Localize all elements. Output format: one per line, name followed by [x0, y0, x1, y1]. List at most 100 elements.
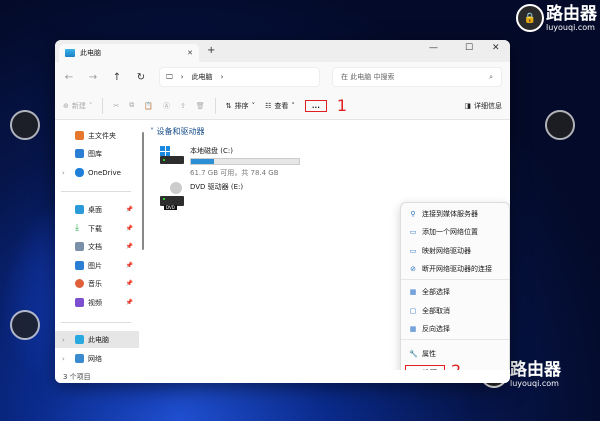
- desktop-icon: [75, 205, 84, 214]
- select-none-icon: ▢: [409, 307, 417, 315]
- navigation-bar: ← → ↑ ↻ 🖵 › 此电脑 › 在 此电脑 中搜索 ⌕: [55, 62, 510, 92]
- drive-usage-bar: [190, 158, 300, 165]
- breadcrumb-this-pc[interactable]: 此电脑: [192, 72, 213, 82]
- forward-button[interactable]: →: [87, 72, 99, 83]
- sidebar-item-downloads[interactable]: ⤓ 下载 📌: [55, 220, 139, 237]
- menu-item-select-none[interactable]: ▢ 全部取消: [405, 303, 505, 319]
- pictures-icon: [75, 261, 84, 270]
- more-options-menu: ⚲ 连接到媒体服务器 ▭ 添加一个网络位置 ▭ 映射网络驱动器 ⊘ 断开网络驱动器的连接 ▦ 全部…: [400, 202, 510, 383]
- view-icon: ☷: [265, 101, 272, 110]
- menu-item-disconnect-network-drive[interactable]: ⊘ 断开网络驱动器的连接: [405, 261, 505, 277]
- chevron-right-icon[interactable]: ›: [62, 336, 65, 344]
- menu-item-properties[interactable]: 🔧 属性: [405, 346, 505, 362]
- watermark-logo-icon: [10, 110, 40, 140]
- rename-icon[interactable]: Ⓐ: [163, 101, 170, 111]
- title-bar: 此电脑 ✕ + — ☐ ✕: [55, 40, 510, 62]
- copy-icon[interactable]: ⧉: [129, 101, 134, 110]
- sidebar-item-videos[interactable]: 视频 📌: [55, 294, 139, 311]
- close-window-button[interactable]: ✕: [492, 43, 500, 53]
- chevron-right-icon[interactable]: ›: [62, 355, 65, 363]
- pin-icon[interactable]: 📌: [126, 243, 133, 250]
- sidebar-item-gallery[interactable]: 图库: [55, 145, 139, 162]
- share-icon[interactable]: ⇪: [180, 102, 186, 110]
- sidebar-item-this-pc[interactable]: › 此电脑: [55, 331, 139, 348]
- tab-this-pc[interactable]: 此电脑 ✕: [59, 44, 199, 62]
- pin-icon[interactable]: 📌: [126, 206, 133, 213]
- minimize-button[interactable]: —: [429, 43, 438, 53]
- drive-c[interactable]: 本地磁盘 (C:) 61.7 GB 可用，共 78.4 GB: [160, 146, 300, 178]
- menu-item-connect-media-server[interactable]: ⚲ 连接到媒体服务器: [405, 206, 505, 222]
- more-options-button[interactable]: ...: [304, 99, 327, 112]
- sort-icon: ⇅: [225, 101, 232, 110]
- pin-icon[interactable]: 📌: [126, 262, 133, 269]
- menu-item-map-network-drive[interactable]: ▭ 映射网络驱动器: [405, 243, 505, 259]
- refresh-button[interactable]: ↻: [135, 72, 147, 83]
- search-icon: ⌕: [489, 72, 493, 81]
- annotation-1: 1: [336, 96, 348, 115]
- home-icon: [75, 131, 84, 140]
- file-list: ˅ 设备和驱动器 本地磁盘 (C:) 61.7 GB 可用，共 78.4 GB …: [147, 120, 510, 383]
- details-pane-icon: ◨: [464, 101, 471, 110]
- new-button[interactable]: ⊕ 新建 ˅: [63, 101, 92, 111]
- map-network-drive-icon: ▭: [409, 247, 417, 255]
- status-bar: 3 个项目: [55, 370, 510, 383]
- sidebar-item-home[interactable]: 主文件夹: [55, 127, 139, 144]
- new-tab-button[interactable]: +: [207, 45, 215, 56]
- sidebar-item-pictures[interactable]: 图片 📌: [55, 257, 139, 274]
- chevron-right-icon[interactable]: ›: [62, 169, 65, 177]
- address-bar[interactable]: 🖵 › 此电脑 ›: [159, 67, 320, 87]
- invert-selection-icon: ▦: [409, 325, 417, 333]
- divider: [102, 97, 104, 114]
- sidebar-item-network[interactable]: › 网络: [55, 350, 139, 367]
- monitor-icon: 🖵: [166, 72, 173, 81]
- sidebar-item-desktop[interactable]: 桌面 📌: [55, 201, 139, 218]
- divider: [61, 322, 131, 323]
- menu-item-invert-selection[interactable]: ▦ 反向选择: [405, 321, 505, 337]
- video-icon: [75, 298, 84, 307]
- sidebar-scrollbar[interactable]: [142, 132, 144, 250]
- plus-circle-icon: ⊕: [63, 101, 69, 110]
- add-network-location-icon: ▭: [409, 228, 417, 236]
- connect-media-server-icon: ⚲: [410, 210, 416, 218]
- group-header-devices[interactable]: ˅ 设备和驱动器: [150, 126, 205, 137]
- select-all-icon: ▦: [409, 288, 417, 296]
- gallery-icon: [75, 149, 84, 158]
- music-icon: [75, 279, 84, 288]
- divider: [214, 97, 216, 114]
- divider: [61, 191, 131, 192]
- disconnect-network-drive-icon: ⊘: [410, 265, 416, 273]
- hard-drive-icon: [160, 146, 184, 164]
- navigation-pane: 主文件夹 图库 › OneDrive 桌面 📌 ⤓ 下载 📌 文档 📌 图片 📌 音乐 📌 视…: [55, 120, 141, 370]
- paste-icon[interactable]: 📋: [144, 102, 153, 110]
- menu-divider: [401, 339, 509, 340]
- dvd-drive-icon: DVD: [160, 182, 184, 210]
- view-button[interactable]: ☷ 查看 ˅: [265, 101, 295, 111]
- document-icon: [75, 242, 84, 251]
- pin-icon[interactable]: 📌: [126, 299, 133, 306]
- search-input[interactable]: 在 此电脑 中搜索 ⌕: [332, 67, 502, 87]
- up-button[interactable]: ↑: [111, 72, 123, 83]
- watermark-logo-icon: [10, 310, 40, 340]
- back-button[interactable]: ←: [63, 72, 75, 83]
- sidebar-item-onedrive[interactable]: › OneDrive: [55, 164, 139, 181]
- close-tab-button[interactable]: ✕: [187, 49, 193, 57]
- sidebar-item-music[interactable]: 音乐 📌: [55, 275, 139, 292]
- computer-icon: [65, 49, 75, 57]
- menu-item-add-network-location[interactable]: ▭ 添加一个网络位置: [405, 224, 505, 240]
- properties-icon: 🔧: [409, 350, 418, 358]
- sort-button[interactable]: ⇅ 排序 ˅: [226, 101, 255, 111]
- maximize-button[interactable]: ☐: [465, 43, 473, 53]
- file-explorer-window: 此电脑 ✕ + — ☐ ✕ ← → ↑ ↻ 🖵 › 此电脑 › 在 此电脑 中搜…: [55, 40, 510, 383]
- details-button[interactable]: ◨ 详细信息: [464, 101, 502, 111]
- cloud-icon: [75, 168, 84, 177]
- menu-item-select-all[interactable]: ▦ 全部选择: [405, 284, 505, 300]
- pin-icon[interactable]: 📌: [126, 280, 133, 287]
- sidebar-item-documents[interactable]: 文档 📌: [55, 238, 139, 255]
- pin-icon[interactable]: 📌: [126, 225, 133, 232]
- delete-icon[interactable]: 🗑: [196, 102, 205, 110]
- cut-icon[interactable]: ✂: [113, 102, 119, 110]
- router-logo-icon: 🔒: [516, 4, 544, 32]
- drive-e-dvd[interactable]: DVD DVD 驱动器 (E:): [160, 182, 243, 210]
- command-bar: ⊕ 新建 ˅ ✂ ⧉ 📋 Ⓐ ⇪ 🗑 ⇅ 排序 ˅ ☷ 查看 ˅ ... 1 ◨ 详细信…: [55, 92, 510, 120]
- download-icon: ⤓: [75, 223, 79, 233]
